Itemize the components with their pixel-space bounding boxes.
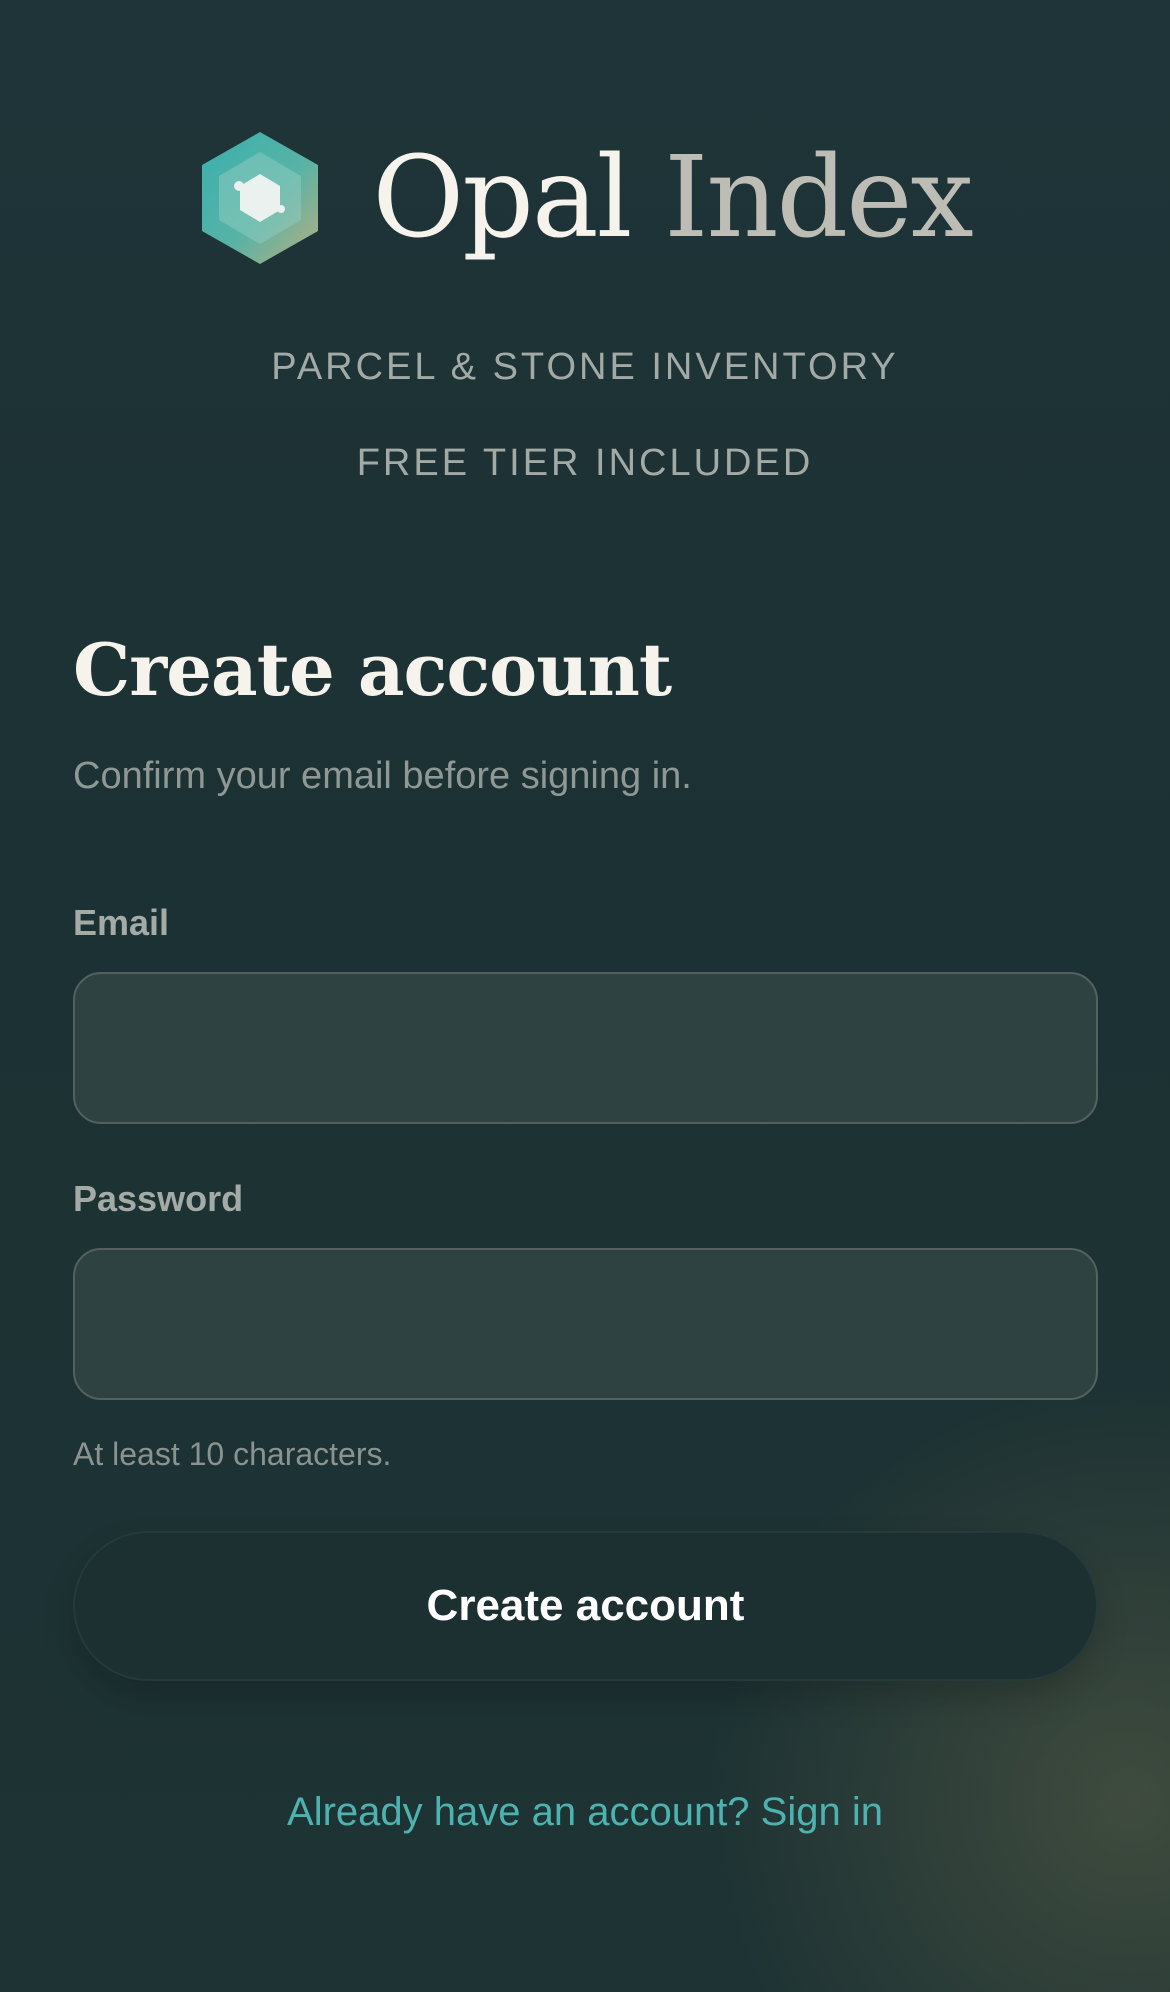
page-title: Create account xyxy=(73,627,672,712)
tier-badge: FREE TIER INCLUDED xyxy=(356,442,814,484)
brand-header: Opal Index xyxy=(0,130,1170,266)
email-field[interactable] xyxy=(73,972,1098,1125)
sign-in-link[interactable]: Already have an account? Sign in xyxy=(0,1790,1170,1835)
app-name-secondary: Index xyxy=(664,133,974,263)
create-account-button[interactable]: Create account xyxy=(73,1531,1098,1682)
password-field[interactable] xyxy=(73,1248,1098,1401)
opal-hexagon-icon xyxy=(202,132,319,264)
app-name-primary: Opal xyxy=(372,133,632,263)
app-name: Opal Index xyxy=(372,142,973,254)
password-label: Password xyxy=(73,1178,244,1220)
page-subtitle: Confirm your email before signing in. xyxy=(73,755,692,798)
signup-form: Create account Confirm your email before… xyxy=(73,627,1098,1682)
email-label: Email xyxy=(73,902,170,944)
tagline: PARCEL & STONE INVENTORY xyxy=(271,346,899,388)
password-hint: At least 10 characters. xyxy=(73,1436,392,1473)
